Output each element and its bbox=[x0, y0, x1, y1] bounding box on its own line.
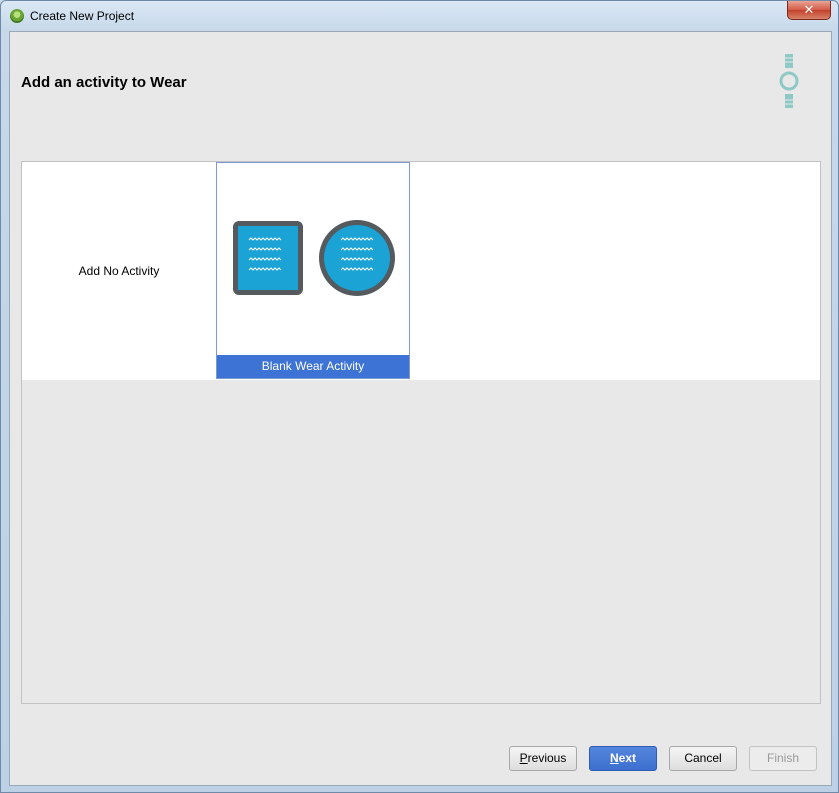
finish-button: Finish bbox=[749, 746, 817, 771]
gallery-strip: Add No Activity Blank Wear Activity bbox=[22, 162, 820, 380]
wizard-content: Add an activity to Wear Add No Activity bbox=[9, 31, 832, 786]
wear-activity-preview bbox=[233, 220, 395, 296]
window-title: Create New Project bbox=[30, 9, 135, 23]
gallery-item-label: Blank Wear Activity bbox=[217, 355, 409, 378]
gallery-item-label: Add No Activity bbox=[78, 264, 160, 278]
close-button[interactable]: ✕ bbox=[787, 1, 831, 20]
previous-label: revious bbox=[527, 751, 567, 765]
cancel-button[interactable]: Cancel bbox=[669, 746, 737, 771]
next-label: ext bbox=[618, 751, 636, 765]
page-title: Add an activity to Wear bbox=[21, 74, 187, 91]
android-studio-icon bbox=[10, 9, 24, 23]
round-watch-icon bbox=[319, 220, 395, 296]
previous-mnemonic: P bbox=[519, 751, 528, 765]
activity-gallery: Add No Activity Blank Wear Activity bbox=[21, 161, 821, 704]
wizard-header: Add an activity to Wear bbox=[10, 32, 831, 132]
title-bar[interactable]: Create New Project ✕ bbox=[1, 1, 838, 31]
android-wear-icon bbox=[779, 54, 799, 108]
gallery-item-blank-wear-activity[interactable]: Blank Wear Activity bbox=[216, 162, 410, 379]
create-project-window: Create New Project ✕ Add an activity to … bbox=[0, 0, 839, 793]
next-button[interactable]: Next bbox=[589, 746, 657, 771]
gallery-item-add-no-activity[interactable]: Add No Activity bbox=[22, 162, 216, 379]
square-watch-icon bbox=[233, 221, 303, 295]
previous-button[interactable]: Previous bbox=[509, 746, 577, 771]
next-mnemonic: N bbox=[609, 751, 619, 765]
